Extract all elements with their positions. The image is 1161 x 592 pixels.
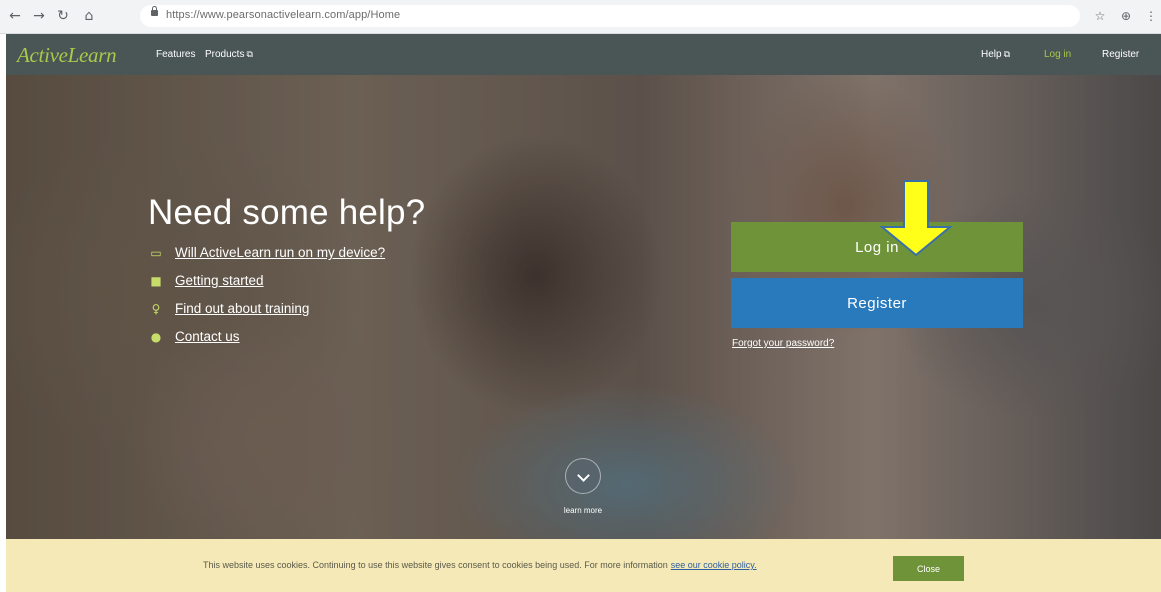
cookie-message: This website uses cookies. Continuing to… — [203, 560, 757, 570]
lock-icon — [151, 6, 158, 16]
register-button[interactable]: Register — [731, 278, 1023, 328]
cookie-banner: This website uses cookies. Continuing to… — [6, 539, 1161, 592]
bookmark-star-icon[interactable]: ☆ — [1092, 8, 1108, 24]
cookie-text: This website uses cookies. Continuing to… — [203, 560, 668, 570]
url-text[interactable]: https://www.pearsonactivelearn.com/app/H… — [166, 9, 400, 21]
chevron-down-icon[interactable] — [565, 458, 601, 494]
external-link-icon: ⧉ — [246, 49, 253, 59]
help-heading: Need some help? — [148, 193, 426, 232]
folder-icon: ■ — [150, 274, 162, 288]
browser-toolbar: ← → ↻ ⌂ https://www.pearsonactivelearn.c… — [0, 0, 1161, 34]
back-icon[interactable]: ← — [6, 7, 24, 25]
login-button[interactable]: Log in — [731, 222, 1023, 272]
forward-icon[interactable]: → — [30, 7, 48, 25]
device-check-link[interactable]: Will ActiveLearn run on my device? — [175, 245, 385, 260]
contact-us-link[interactable]: Contact us — [175, 329, 240, 344]
activelearn-logo[interactable]: ActiveLearn — [17, 43, 117, 68]
lightbulb-icon: ♀ — [151, 302, 161, 316]
browser-menu-icon[interactable]: ⋮ — [1143, 8, 1159, 24]
home-icon[interactable]: ⌂ — [80, 7, 98, 25]
external-link-icon: ⧉ — [1003, 49, 1011, 59]
nav-help-label: Help — [981, 49, 1002, 60]
cookie-close-button[interactable]: Close — [893, 556, 964, 581]
cookie-policy-link[interactable]: see our cookie policy. — [671, 560, 757, 570]
nav-features[interactable]: Features — [156, 49, 195, 60]
chat-icon: ● — [150, 330, 162, 344]
learn-more-label[interactable]: learn more — [551, 506, 615, 515]
site-header: ActiveLearn Features Products ⧉ Help ⧉ Log… — [6, 34, 1161, 75]
forgot-password-link[interactable]: Forgot your password? — [732, 338, 834, 349]
getting-started-link[interactable]: Getting started — [175, 273, 264, 288]
yellow-arrow-annotation — [879, 180, 953, 257]
nav-products[interactable]: Products ⧉ — [205, 49, 253, 60]
nav-register[interactable]: Register — [1102, 49, 1139, 60]
hero-banner: Need some help? ▭ Will ActiveLearn run o… — [6, 75, 1161, 539]
nav-products-label: Products — [205, 49, 245, 60]
nav-login[interactable]: Log in — [1044, 49, 1071, 60]
extension-icon[interactable]: ⊕ — [1118, 8, 1134, 24]
nav-help[interactable]: Help ⧉ — [981, 49, 1010, 60]
monitor-icon: ▭ — [150, 246, 162, 260]
training-link[interactable]: Find out about training — [175, 301, 309, 316]
reload-icon[interactable]: ↻ — [54, 7, 72, 25]
